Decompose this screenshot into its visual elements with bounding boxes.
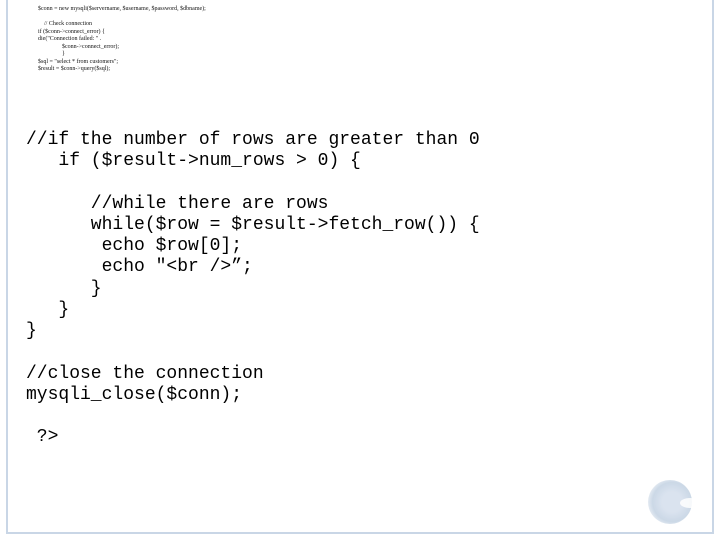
decorative-circle bbox=[648, 480, 692, 524]
top-code-block: $conn = new mysqli($servername, $usernam… bbox=[38, 6, 206, 74]
slide-frame: $conn = new mysqli($servername, $usernam… bbox=[6, 0, 714, 534]
main-code-block: //if the number of rows are greater than… bbox=[26, 130, 694, 449]
